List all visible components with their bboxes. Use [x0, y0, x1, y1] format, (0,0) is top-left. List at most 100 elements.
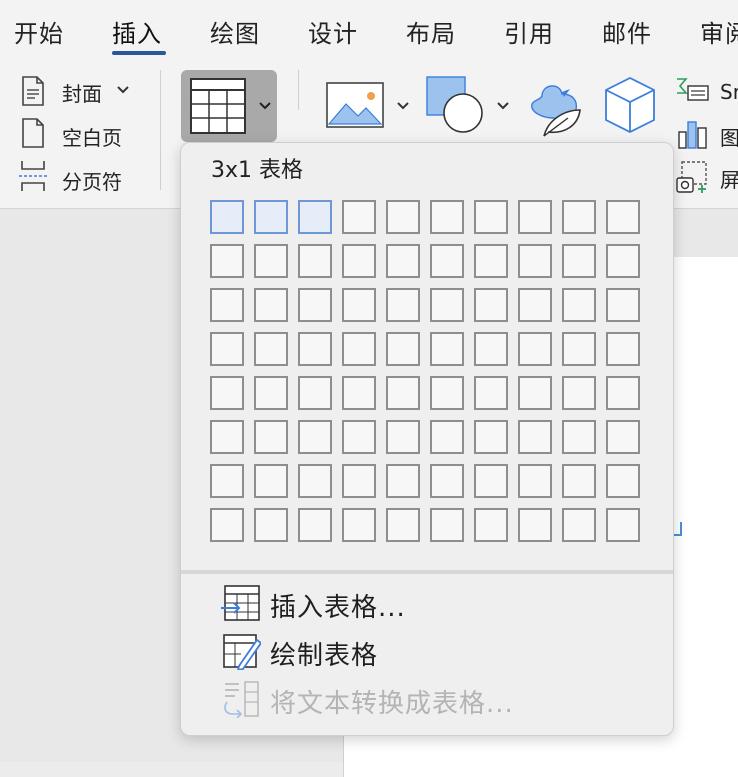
tab-mailings[interactable]: 邮件	[602, 14, 652, 49]
table-grid-cell[interactable]	[342, 200, 376, 234]
table-grid-cell[interactable]	[562, 508, 596, 542]
table-grid-cell[interactable]	[210, 200, 244, 234]
table-grid-cell[interactable]	[298, 288, 332, 322]
table-grid-cell[interactable]	[518, 420, 552, 454]
table-grid-cell[interactable]	[474, 244, 508, 278]
table-grid-cell[interactable]	[210, 420, 244, 454]
screenshot-button[interactable]: 屏	[720, 164, 738, 193]
draw-table-menu-item[interactable]: 绘制表格	[221, 632, 661, 672]
table-grid-cell[interactable]	[386, 376, 420, 410]
table-grid-cell[interactable]	[254, 420, 288, 454]
table-grid-cell[interactable]	[474, 508, 508, 542]
table-grid-cell[interactable]	[342, 376, 376, 410]
shapes-icon[interactable]	[426, 76, 486, 134]
table-grid-cell[interactable]	[298, 420, 332, 454]
pictures-icon[interactable]	[326, 82, 384, 128]
table-grid-cell[interactable]	[298, 200, 332, 234]
table-grid-cell[interactable]	[474, 420, 508, 454]
icons-icon[interactable]	[524, 76, 584, 138]
table-grid-cell[interactable]	[430, 464, 464, 498]
table-grid-cell[interactable]	[606, 288, 640, 322]
table-grid-cell[interactable]	[518, 508, 552, 542]
table-grid-cell[interactable]	[342, 244, 376, 278]
table-grid-cell[interactable]	[606, 376, 640, 410]
chart-button[interactable]: 图	[720, 122, 738, 151]
table-grid-cell[interactable]	[430, 244, 464, 278]
table-grid-cell[interactable]	[386, 464, 420, 498]
table-grid-cell[interactable]	[562, 244, 596, 278]
tab-draw[interactable]: 绘图	[210, 14, 260, 49]
table-grid-cell[interactable]	[210, 288, 244, 322]
table-grid-cell[interactable]	[430, 376, 464, 410]
table-grid-cell[interactable]	[474, 376, 508, 410]
table-grid-cell[interactable]	[430, 508, 464, 542]
table-grid-cell[interactable]	[342, 464, 376, 498]
table-grid-cell[interactable]	[474, 200, 508, 234]
table-grid-cell[interactable]	[562, 200, 596, 234]
table-grid-cell[interactable]	[298, 244, 332, 278]
table-grid-cell[interactable]	[386, 332, 420, 366]
tab-layout[interactable]: 布局	[406, 14, 456, 49]
table-grid-cell[interactable]	[430, 200, 464, 234]
smartart-button[interactable]: Sr	[720, 80, 738, 104]
table-button[interactable]	[181, 70, 277, 142]
table-grid-cell[interactable]	[518, 200, 552, 234]
chevron-down-icon[interactable]	[496, 101, 510, 111]
tab-home[interactable]: 开始	[14, 14, 64, 49]
table-grid-cell[interactable]	[430, 332, 464, 366]
table-grid-cell[interactable]	[254, 244, 288, 278]
convert-text-to-table-menu-item[interactable]: 将文本转换成表格...	[221, 680, 661, 720]
table-grid-cell[interactable]	[430, 288, 464, 322]
table-grid-cell[interactable]	[298, 508, 332, 542]
table-grid-cell[interactable]	[562, 464, 596, 498]
table-grid-cell[interactable]	[386, 288, 420, 322]
table-grid-cell[interactable]	[518, 288, 552, 322]
tab-design[interactable]: 设计	[308, 14, 358, 49]
table-grid-cell[interactable]	[210, 332, 244, 366]
table-grid-cell[interactable]	[474, 288, 508, 322]
table-grid-cell[interactable]	[562, 332, 596, 366]
table-grid-cell[interactable]	[386, 420, 420, 454]
table-grid-cell[interactable]	[430, 420, 464, 454]
table-grid-cell[interactable]	[518, 244, 552, 278]
tab-references[interactable]: 引用	[504, 14, 554, 49]
tab-review[interactable]: 审阅	[700, 14, 738, 49]
table-grid-cell[interactable]	[298, 464, 332, 498]
table-grid-cell[interactable]	[254, 200, 288, 234]
table-grid-cell[interactable]	[518, 332, 552, 366]
table-grid-cell[interactable]	[342, 508, 376, 542]
table-grid-cell[interactable]	[298, 376, 332, 410]
table-grid-cell[interactable]	[210, 376, 244, 410]
table-grid-cell[interactable]	[254, 376, 288, 410]
table-grid-cell[interactable]	[254, 332, 288, 366]
table-grid-cell[interactable]	[254, 508, 288, 542]
table-grid-cell[interactable]	[606, 508, 640, 542]
table-grid-cell[interactable]	[606, 200, 640, 234]
table-grid-cell[interactable]	[474, 332, 508, 366]
table-grid-cell[interactable]	[562, 288, 596, 322]
table-grid-cell[interactable]	[562, 420, 596, 454]
blank-page-button[interactable]: 空白页	[62, 122, 122, 151]
table-grid-cell[interactable]	[210, 508, 244, 542]
table-grid-cell[interactable]	[562, 376, 596, 410]
table-grid-cell[interactable]	[342, 288, 376, 322]
insert-table-menu-item[interactable]: 插入表格...	[221, 584, 661, 624]
table-grid-cell[interactable]	[210, 244, 244, 278]
chevron-down-icon[interactable]	[396, 101, 410, 111]
table-grid-cell[interactable]	[606, 332, 640, 366]
table-grid-cell[interactable]	[342, 420, 376, 454]
table-grid-cell[interactable]	[606, 244, 640, 278]
table-grid-cell[interactable]	[474, 464, 508, 498]
table-grid-cell[interactable]	[342, 332, 376, 366]
cover-page-button[interactable]: 封面	[62, 78, 102, 107]
3d-models-icon[interactable]	[604, 76, 656, 134]
page-break-button[interactable]: 分页符	[62, 166, 122, 195]
table-grid-cell[interactable]	[298, 332, 332, 366]
table-grid-cell[interactable]	[606, 420, 640, 454]
table-grid-cell[interactable]	[210, 464, 244, 498]
table-grid-cell[interactable]	[386, 200, 420, 234]
table-grid-cell[interactable]	[254, 288, 288, 322]
table-grid-cell[interactable]	[254, 464, 288, 498]
table-grid-cell[interactable]	[606, 464, 640, 498]
table-grid-cell[interactable]	[518, 464, 552, 498]
